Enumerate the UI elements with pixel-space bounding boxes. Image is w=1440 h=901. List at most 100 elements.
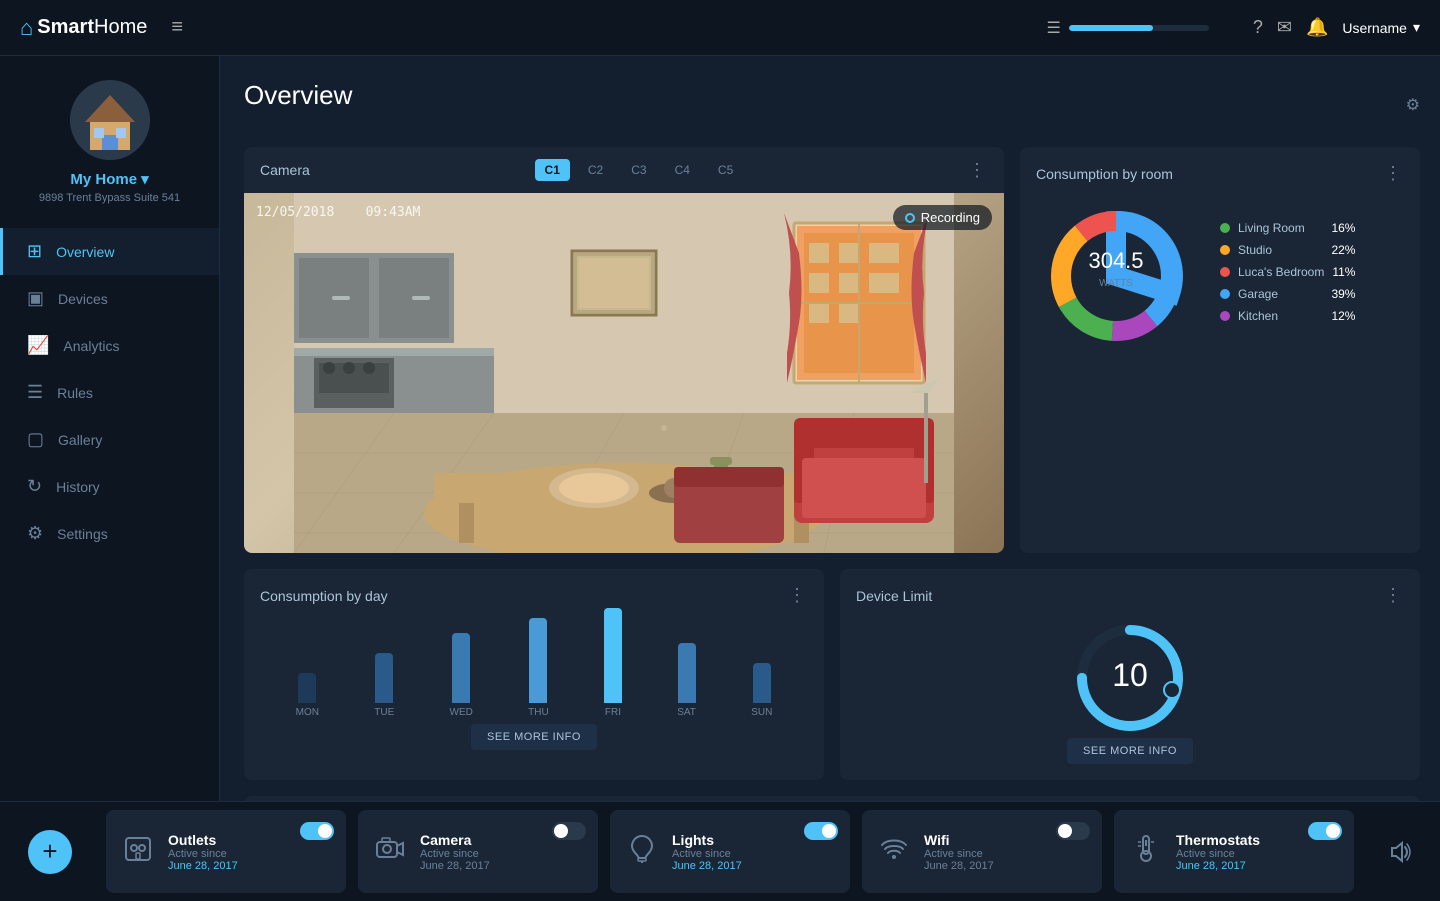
main-layout: My Home ▾ 9898 Trent Bypass Suite 541 ⊞ … xyxy=(0,56,1440,801)
device-limit-ring: 10 xyxy=(1070,618,1190,738)
add-device-button[interactable]: + xyxy=(28,830,72,874)
lights-icon xyxy=(626,832,658,871)
bar-fri-fill xyxy=(604,608,622,703)
page-title: Overview xyxy=(244,80,352,111)
outlets-toggle[interactable] xyxy=(300,822,334,840)
mail-icon[interactable]: ✉ xyxy=(1277,17,1292,38)
device-card-thermostats: Thermostats Active since June 28, 2017 xyxy=(1114,810,1354,893)
logo: ⌂ SmartHome xyxy=(20,15,147,41)
cam-tab-c3[interactable]: C3 xyxy=(621,159,656,181)
cam-tab-c4[interactable]: C4 xyxy=(665,159,700,181)
sidebar-item-devices[interactable]: ▣ Devices xyxy=(0,275,219,322)
bar-mon: MON xyxy=(296,673,319,718)
legend-bedroom: Luca's Bedroom 11% xyxy=(1220,265,1355,279)
home-name[interactable]: My Home ▾ xyxy=(70,170,148,188)
overview-icon: ⊞ xyxy=(27,241,42,262)
bell-icon[interactable]: 🔔 xyxy=(1306,17,1328,38)
svg-text:WATTS: WATTS xyxy=(1099,278,1133,289)
cam-tab-c5[interactable]: C5 xyxy=(708,159,743,181)
help-icon[interactable]: ? xyxy=(1253,17,1263,38)
bar-wed-fill xyxy=(452,633,470,703)
sidebar: My Home ▾ 9898 Trent Bypass Suite 541 ⊞ … xyxy=(0,56,220,801)
device-card-camera: Camera Active since June 28, 2017 xyxy=(358,810,598,893)
avatar xyxy=(70,80,150,160)
legend-dot-living-room xyxy=(1220,223,1230,233)
wifi-toggle[interactable] xyxy=(1056,822,1090,840)
sidebar-item-rules[interactable]: ☰ Rules xyxy=(0,369,219,416)
devices-icon: ▣ xyxy=(27,288,44,309)
chevron-down-icon: ▾ xyxy=(141,170,149,188)
device-limit-title: Device Limit xyxy=(856,588,932,604)
camera-tabs: C1 C2 C3 C4 C5 xyxy=(535,159,744,181)
legend-garage: Garage 39% xyxy=(1220,287,1355,301)
rules-icon: ☰ xyxy=(27,382,43,403)
sidebar-bottom: ⚙ Settings xyxy=(0,510,219,573)
sidebar-item-gallery[interactable]: ▢ Gallery xyxy=(0,416,219,463)
recording-badge: Recording xyxy=(893,205,992,230)
progress-bar xyxy=(1069,25,1209,31)
camera-time: 09:43AM xyxy=(366,205,421,220)
room-illustration xyxy=(244,193,1004,553)
consumption-room-title: Consumption by room xyxy=(1036,166,1173,182)
device-limit-see-more[interactable]: SEE MORE INFO xyxy=(1067,738,1193,764)
menu-button[interactable]: ≡ xyxy=(171,16,183,39)
progress-icon: ☰ xyxy=(1047,18,1061,38)
consumption-room-legend: Living Room 16% Studio 22% Luca's Bedroo… xyxy=(1220,221,1355,331)
sidebar-label-gallery: Gallery xyxy=(58,432,102,448)
thermostat-toggle[interactable] xyxy=(1308,822,1342,840)
donut-chart: 304.5 WATTS xyxy=(1036,196,1196,356)
donut-wrap: 304.5 WATTS Living Room 16% Studio 22% xyxy=(1036,196,1404,356)
thermostat-icon xyxy=(1130,832,1162,871)
lights-toggle[interactable] xyxy=(804,822,838,840)
settings-gear-icon[interactable]: ⚙ xyxy=(1406,95,1420,115)
home-address: 9898 Trent Bypass Suite 541 xyxy=(29,192,190,204)
logo-text: SmartHome xyxy=(37,16,147,39)
gallery-icon: ▢ xyxy=(27,429,44,450)
devices-strip: + Outlets Active since June 28, 2017 xyxy=(0,801,1440,901)
camera-toggle[interactable] xyxy=(552,822,586,840)
svg-text:10: 10 xyxy=(1112,657,1148,693)
sidebar-label-devices: Devices xyxy=(58,291,108,307)
topnav: ⌂ SmartHome ≡ ☰ ? ✉ 🔔 Username ▾ xyxy=(0,0,1440,56)
camera-title: Camera xyxy=(260,162,310,178)
sidebar-label-rules: Rules xyxy=(57,385,93,401)
bar-thu-fill xyxy=(529,618,547,703)
legend-studio: Studio 22% xyxy=(1220,243,1355,257)
bar-chart: MON TUE WED THU xyxy=(260,618,808,718)
legend-living-room: Living Room 16% xyxy=(1220,221,1355,235)
consumption-day-card: Consumption by day ⋮ MON TUE WED xyxy=(244,569,824,780)
sidebar-label-history: History xyxy=(56,479,100,495)
sidebar-item-history[interactable]: ↻ History xyxy=(0,463,219,510)
bar-sat: SAT xyxy=(677,643,696,718)
bar-sat-fill xyxy=(678,643,696,703)
consumption-day-menu[interactable]: ⋮ xyxy=(788,585,808,606)
legend-dot-garage xyxy=(1220,289,1230,299)
avatar-image xyxy=(70,80,150,160)
user-menu[interactable]: Username ▾ xyxy=(1342,19,1420,36)
progress-wrap: ☰ xyxy=(1047,18,1209,38)
camera-feed: 12/05/2018 09:43AM Recording xyxy=(244,193,1004,553)
chevron-down-icon: ▾ xyxy=(1413,19,1420,36)
legend-dot-studio xyxy=(1220,245,1230,255)
consumption-day-see-more[interactable]: SEE MORE INFO xyxy=(471,724,597,750)
sound-icon-wrap[interactable] xyxy=(1360,802,1440,901)
analytics-icon: 📈 xyxy=(27,335,49,356)
bar-mon-fill xyxy=(298,673,316,703)
username-label: Username xyxy=(1342,20,1407,36)
rec-dot xyxy=(905,213,915,223)
camera-menu-icon[interactable]: ⋮ xyxy=(968,160,988,181)
bar-sun: SUN xyxy=(751,663,772,718)
sidebar-item-settings[interactable]: ⚙ Settings xyxy=(0,510,219,557)
sidebar-item-overview[interactable]: ⊞ Overview xyxy=(0,228,219,275)
sidebar-label-analytics: Analytics xyxy=(63,338,119,354)
consumption-room-menu[interactable]: ⋮ xyxy=(1384,163,1404,184)
bar-tue-fill xyxy=(375,653,393,703)
device-limit-wrap: 10 xyxy=(856,618,1404,738)
cam-tab-c1[interactable]: C1 xyxy=(535,159,570,181)
device-limit-menu[interactable]: ⋮ xyxy=(1384,585,1404,606)
settings-icon: ⚙ xyxy=(27,523,43,544)
camera-card: Camera C1 C2 C3 C4 C5 ⋮ xyxy=(244,147,1004,553)
cam-tab-c2[interactable]: C2 xyxy=(578,159,613,181)
history-icon: ↻ xyxy=(27,476,42,497)
sidebar-item-analytics[interactable]: 📈 Analytics xyxy=(0,322,219,369)
